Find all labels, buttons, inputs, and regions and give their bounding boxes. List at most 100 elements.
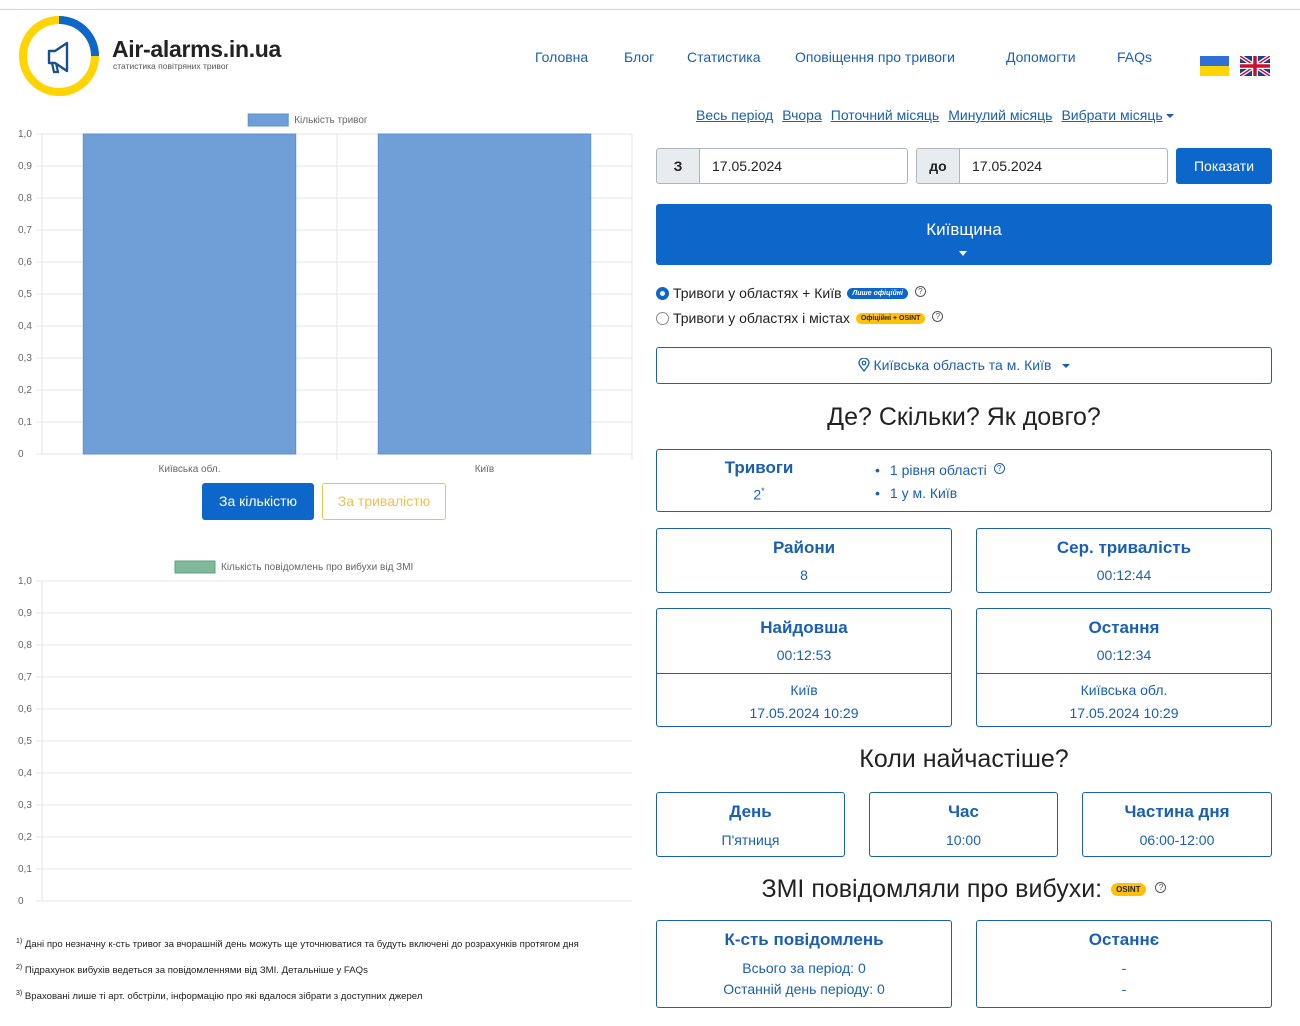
date-to-label: до bbox=[916, 148, 960, 184]
day-value: П'ятниця bbox=[721, 832, 780, 848]
nav-alerts[interactable]: Оповіщення про тривоги bbox=[795, 49, 955, 65]
media-count-total: Всього за період: 0 bbox=[742, 960, 866, 976]
period-all[interactable]: Весь період bbox=[696, 107, 773, 123]
nav-faqs[interactable]: FAQs bbox=[1117, 49, 1152, 65]
uk-flag-icon[interactable] bbox=[1240, 56, 1270, 76]
avg-duration-title: Сер. тривалість bbox=[1056, 538, 1192, 557]
help-icon[interactable]: ? bbox=[993, 463, 1005, 474]
longest-value: 00:12:53 bbox=[776, 647, 832, 663]
date-to-input[interactable]: 17.05.2024 bbox=[960, 148, 1168, 184]
region-dropdown-button[interactable]: Київщина bbox=[656, 204, 1272, 265]
osint-badge: OSINT bbox=[1111, 883, 1146, 896]
location-label: Київська область та м. Київ bbox=[873, 357, 1052, 373]
alarms-title: Тривоги bbox=[724, 458, 794, 477]
radio-unchecked-icon[interactable] bbox=[656, 312, 669, 325]
longest-title: Найдовша bbox=[760, 618, 848, 637]
where-heading: Де? Скільки? Як довго? bbox=[827, 403, 1101, 431]
y-tick-label: 0,4 bbox=[18, 768, 32, 779]
period-links: Весь період Вчора Поточний місяць Минулий м… bbox=[696, 107, 1183, 123]
y-tick-label: 1,0 bbox=[18, 576, 32, 587]
y-tick-label: 0,3 bbox=[18, 353, 32, 364]
region-label: Київщина bbox=[926, 220, 1002, 239]
legend-swatch bbox=[247, 113, 289, 127]
avg-duration-value: 00:12:44 bbox=[1096, 567, 1152, 583]
y-tick-label: 0,9 bbox=[18, 608, 32, 619]
bar bbox=[377, 133, 592, 455]
footnote-marker: * bbox=[761, 486, 765, 496]
longest-card: Найдовша 00:12:53 Київ 17.05.2024 10:29 bbox=[656, 608, 952, 727]
show-button[interactable]: Показати bbox=[1176, 148, 1272, 184]
y-tick-label: 0,4 bbox=[18, 321, 32, 332]
logo-megaphone-icon[interactable] bbox=[18, 15, 100, 97]
hour-card: Час 10:00 bbox=[869, 792, 1058, 857]
nav-blog[interactable]: Блог bbox=[624, 49, 654, 65]
map-pin-icon bbox=[857, 357, 870, 373]
y-tick-label: 0,5 bbox=[18, 289, 32, 300]
chevron-down-icon bbox=[1062, 364, 1071, 369]
help-icon[interactable]: ? bbox=[1155, 882, 1167, 893]
mode-option-osint-label: Тривоги у областях і містах bbox=[673, 310, 850, 326]
legend-swatch bbox=[174, 560, 216, 574]
alarms-card: Тривоги 2* 1 рівня області ? 1 у м. Київ bbox=[656, 449, 1272, 512]
footnote-2: 2) Підрахунок вибухів ведеться за повідо… bbox=[16, 961, 636, 977]
alarms-kyiv-city: 1 у м. Київ bbox=[889, 485, 958, 501]
period-current-month[interactable]: Поточний місяць bbox=[831, 107, 939, 123]
x-tick-label: Київська обл. bbox=[159, 463, 221, 475]
districts-title: Райони bbox=[772, 538, 836, 557]
date-from-label: З bbox=[656, 148, 700, 184]
official-osint-badge: Офіційні + OSINT bbox=[855, 313, 926, 324]
y-tick-label: 0,1 bbox=[18, 864, 32, 875]
media-heading: ЗМІ повідомляли про вибухи: OSINT ? bbox=[656, 875, 1272, 904]
mode-option-osint[interactable]: Тривоги у областях і містах Офіційні + O… bbox=[656, 310, 944, 326]
districts-card: Райони 8 bbox=[656, 528, 952, 593]
nav-donate[interactable]: Допомогти bbox=[1006, 49, 1076, 65]
explosions-bar-chart: Кількість повідомлень про вибухи від ЗМІ… bbox=[18, 560, 632, 907]
chevron-down-icon bbox=[1165, 114, 1174, 119]
help-icon[interactable]: ? bbox=[914, 286, 926, 297]
footnote-3-num: 3) bbox=[16, 990, 23, 998]
media-last-card: Останнє - - bbox=[976, 920, 1272, 1008]
media-count-last-day: Останній день періоду: 0 bbox=[723, 981, 885, 997]
alarms-regional-level: 1 рівня області bbox=[889, 462, 987, 478]
part-of-day-title: Частина дня bbox=[1124, 802, 1230, 821]
y-tick-label: 0,8 bbox=[18, 193, 32, 204]
period-yesterday[interactable]: Вчора bbox=[782, 107, 822, 123]
date-from-group: З 17.05.2024 bbox=[656, 148, 908, 184]
last-date: 17.05.2024 10:29 bbox=[1069, 705, 1179, 721]
day-title: День bbox=[729, 802, 772, 821]
period-last-month[interactable]: Минулий місяць bbox=[948, 107, 1052, 123]
footnotes: 1) Дані про незначну к-сть тривог за вчо… bbox=[16, 935, 636, 1014]
sort-by-duration-button[interactable]: За тривалістю bbox=[322, 483, 446, 520]
footnote-2-text: Підрахунок вибухів ведеться за повідомле… bbox=[24, 965, 368, 977]
districts-value: 8 bbox=[800, 567, 808, 583]
mode-option-official[interactable]: Тривоги у областях + Київ Лише офіційні … bbox=[656, 285, 926, 301]
y-tick-label: 0,6 bbox=[18, 257, 32, 268]
period-pick-month-dropdown[interactable]: Вибрати місяць bbox=[1061, 107, 1174, 123]
y-tick-label: 0,2 bbox=[18, 385, 32, 396]
legend-label: Кількість тривог bbox=[294, 115, 368, 126]
y-tick-label: 0,5 bbox=[18, 736, 32, 747]
last-card: Остання 00:12:34 Київська обл. 17.05.202… bbox=[976, 608, 1272, 727]
alarms-breakdown-item: 1 рівня області ? bbox=[875, 459, 1005, 482]
nav-home[interactable]: Головна bbox=[535, 49, 588, 65]
media-last-line1: - bbox=[1121, 960, 1127, 976]
radio-checked-icon[interactable] bbox=[656, 287, 669, 300]
nav-statistics[interactable]: Статистика bbox=[687, 49, 761, 65]
card-divider bbox=[657, 673, 951, 674]
header: Air-alarms.in.ua статистика повітряних т… bbox=[0, 10, 1300, 102]
sort-by-count-button[interactable]: За кількістю bbox=[202, 483, 314, 520]
date-from-input[interactable]: 17.05.2024 bbox=[700, 148, 908, 184]
y-tick-label: 0,2 bbox=[18, 832, 32, 843]
footnote-3: 3) Враховані лише ті арт. обстріли, інфо… bbox=[16, 987, 636, 1003]
help-icon[interactable]: ? bbox=[932, 311, 944, 322]
brand-name[interactable]: Air-alarms.in.ua bbox=[112, 36, 281, 63]
y-tick-label: 0 bbox=[18, 896, 24, 907]
footnote-2-num: 2) bbox=[16, 964, 23, 972]
y-tick-label: 0 bbox=[18, 449, 24, 460]
part-of-day-card: Частина дня 06:00-12:00 bbox=[1082, 792, 1272, 857]
footnote-1-num: 1) bbox=[16, 938, 23, 945]
location-dropdown-button[interactable]: Київська область та м. Київ bbox=[656, 347, 1272, 384]
ukrainian-flag-icon[interactable] bbox=[1200, 56, 1229, 76]
brand-tagline: статистика повітряних тривог bbox=[113, 61, 229, 71]
y-tick-label: 0,6 bbox=[18, 704, 32, 715]
